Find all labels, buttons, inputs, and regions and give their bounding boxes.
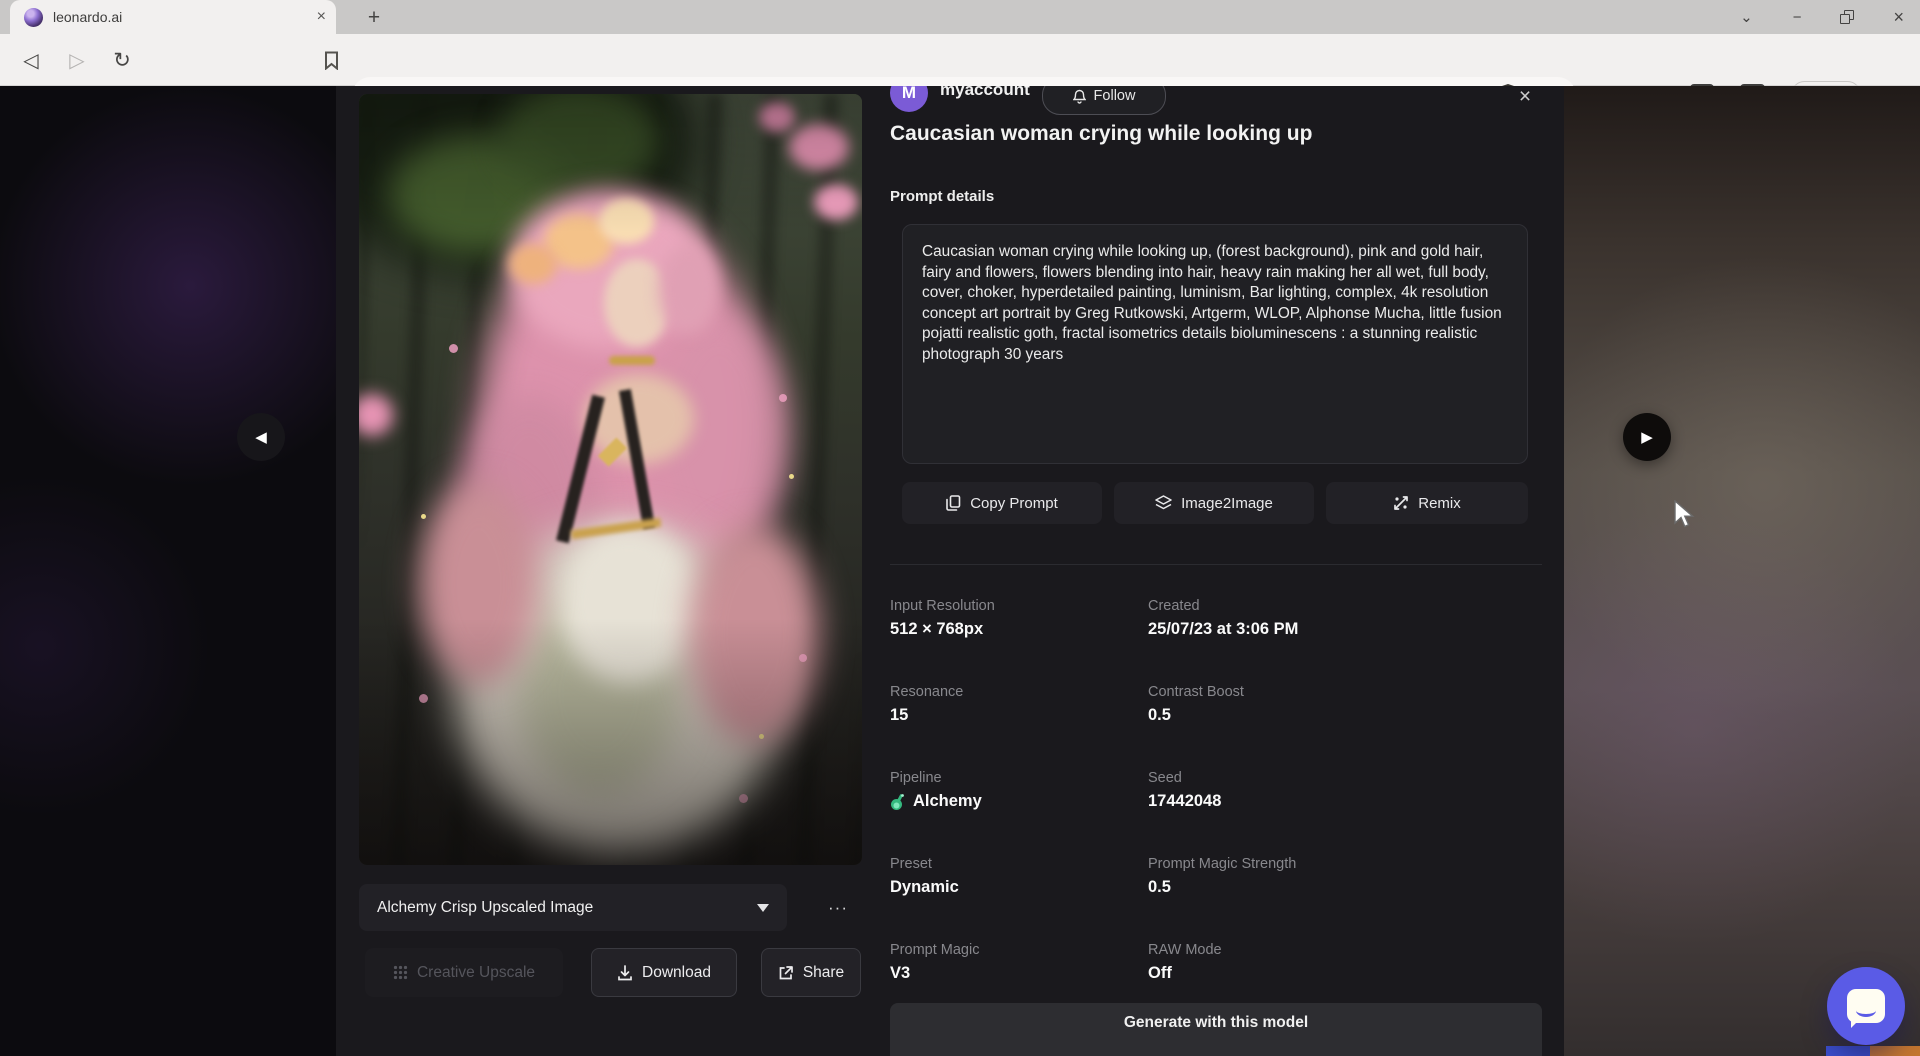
tab-close-icon[interactable]: × — [317, 9, 326, 25]
detail-prompt-magic: Prompt Magic V3 — [890, 942, 1148, 988]
generated-image[interactable] — [359, 94, 862, 865]
page-content: Alchemy Crisp Upscaled Image ··· Creativ… — [0, 86, 1920, 1056]
generate-with-model-button[interactable]: Generate with this model — [890, 1003, 1542, 1056]
back-button[interactable]: ◁ — [14, 34, 48, 86]
mouse-cursor — [1673, 500, 1699, 530]
follow-label: Follow — [1094, 88, 1136, 104]
remix-button[interactable]: Remix — [1326, 482, 1528, 524]
download-label: Download — [642, 964, 711, 982]
detail-pipeline: Pipeline Alchemy — [890, 770, 1148, 816]
creative-upscale-button: Creative Upscale — [365, 948, 563, 997]
username[interactable]: myaccount — [940, 86, 1030, 100]
remix-icon — [1393, 495, 1409, 511]
image2image-button[interactable]: Image2Image — [1114, 482, 1314, 524]
window-controls: ⌄ − × — [1740, 0, 1904, 34]
divider — [890, 564, 1542, 565]
minimize-button[interactable]: − — [1793, 10, 1802, 25]
chevron-down-icon — [757, 904, 769, 912]
detail-seed: Seed 17442048 — [1148, 770, 1542, 816]
generation-title: Caucasian woman crying while looking up — [890, 122, 1312, 146]
previous-image-button[interactable]: ◀ — [237, 413, 285, 461]
reload-button[interactable]: ↻ — [105, 34, 139, 86]
copy-prompt-label: Copy Prompt — [970, 495, 1058, 512]
variant-selector[interactable]: Alchemy Crisp Upscaled Image — [359, 884, 787, 931]
browser-toolbar: ◁ ▷ ↻ app.leonardo.ai VPN — [0, 34, 1920, 86]
more-options-button[interactable]: ··· — [814, 884, 862, 931]
prompt-details-heading: Prompt details — [890, 188, 994, 205]
next-image-button[interactable]: ▶ — [1623, 413, 1671, 461]
alchemy-flask-icon — [890, 793, 905, 811]
detail-contrast-boost: Contrast Boost 0.5 — [1148, 684, 1542, 730]
remix-label: Remix — [1418, 495, 1461, 512]
detail-preset: Preset Dynamic — [890, 856, 1148, 902]
prompt-text: Caucasian woman crying while looking up,… — [902, 224, 1528, 464]
detail-resonance: Resonance 15 — [890, 684, 1148, 730]
detail-prompt-magic-strength: Prompt Magic Strength 0.5 — [1148, 856, 1542, 902]
browser-tab[interactable]: leonardo.ai × — [10, 0, 336, 34]
tab-search-chevron-icon[interactable]: ⌄ — [1740, 10, 1753, 25]
tab-strip: leonardo.ai × + ⌄ − × — [0, 0, 1920, 34]
download-icon — [617, 965, 633, 981]
forward-button: ▷ — [60, 34, 94, 86]
chat-icon — [1847, 989, 1885, 1023]
creative-upscale-label: Creative Upscale — [417, 964, 535, 982]
detail-raw-mode: RAW Mode Off — [1148, 942, 1542, 988]
follow-button[interactable]: Follow — [1042, 86, 1166, 115]
share-label: Share — [803, 964, 844, 982]
background-blur-left — [0, 86, 336, 1056]
image2image-label: Image2Image — [1181, 495, 1273, 512]
bookmark-icon[interactable] — [314, 34, 348, 86]
background-blur-right — [1564, 86, 1920, 1056]
background-strip-orange — [1870, 1046, 1920, 1056]
copy-prompt-button[interactable]: Copy Prompt — [902, 482, 1102, 524]
share-button[interactable]: Share — [761, 948, 861, 997]
generation-details-grid: Input Resolution 512 × 768px Created 25/… — [890, 598, 1542, 988]
layers-icon — [1155, 495, 1172, 511]
background-strip-blue — [1826, 1046, 1870, 1056]
detail-created: Created 25/07/23 at 3:06 PM — [1148, 598, 1542, 644]
copy-icon — [946, 495, 961, 511]
download-button[interactable]: Download — [591, 948, 737, 997]
generation-detail-modal: Alchemy Crisp Upscaled Image ··· Creativ… — [336, 86, 1564, 1056]
share-external-icon — [778, 965, 794, 981]
bell-icon — [1073, 89, 1086, 104]
new-tab-button[interactable]: + — [360, 4, 388, 32]
restore-button[interactable] — [1841, 11, 1853, 23]
support-chat-button[interactable] — [1827, 967, 1905, 1045]
avatar[interactable]: M — [890, 86, 928, 112]
leonardo-favicon-icon — [24, 8, 43, 27]
close-icon[interactable]: × — [1512, 86, 1538, 110]
upscale-grid-icon — [393, 965, 408, 980]
tab-title: leonardo.ai — [53, 9, 122, 25]
close-window-button[interactable]: × — [1893, 8, 1904, 26]
variant-selector-label: Alchemy Crisp Upscaled Image — [377, 899, 593, 917]
detail-input-resolution: Input Resolution 512 × 768px — [890, 598, 1148, 644]
